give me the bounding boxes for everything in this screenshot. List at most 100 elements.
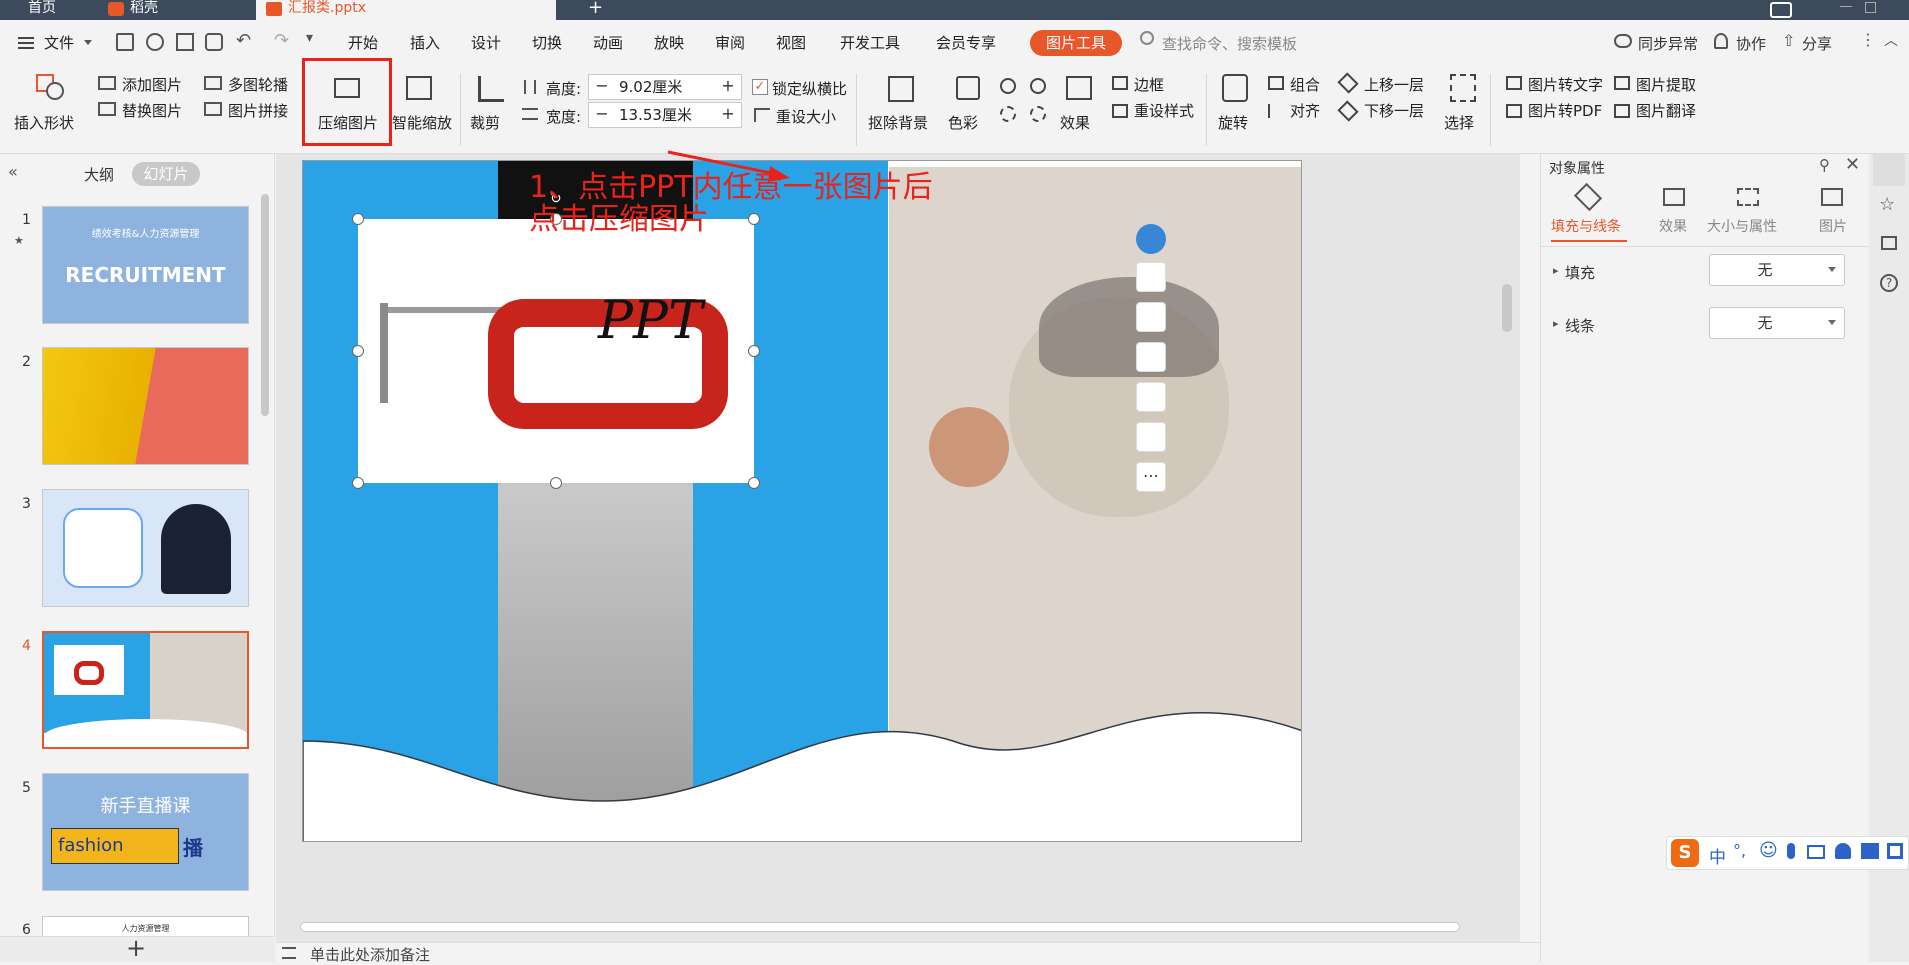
tab-outline[interactable]: 大纲 (84, 164, 114, 185)
slide-thumbnail-3[interactable] (42, 489, 249, 607)
tab-slides[interactable]: 幻灯片 (132, 162, 200, 186)
export-icon[interactable] (146, 33, 164, 51)
resize-handle[interactable] (550, 477, 562, 489)
picture-to-text-float-icon[interactable] (1136, 422, 1166, 452)
emoji-icon[interactable]: ☺ (1759, 840, 1778, 861)
zoom-in-icon[interactable] (1136, 302, 1166, 332)
picture-stitch-button[interactable]: 图片拼接 (228, 100, 288, 121)
slide-thumbnail-4-active[interactable] (42, 631, 249, 749)
magic-icon[interactable]: ☆ (1879, 194, 1895, 215)
sync-status-button[interactable]: 同步异常 (1638, 33, 1698, 54)
slide-thumbnail-5[interactable]: 新手直播课 fashion 播 (42, 773, 249, 891)
layout-icon[interactable] (1881, 236, 1897, 250)
width-decrement-button[interactable]: − (589, 103, 615, 127)
skin-icon[interactable] (1861, 843, 1879, 859)
tab-home[interactable]: 首页 (18, 0, 66, 20)
effects-icon[interactable] (1066, 76, 1092, 100)
save-icon[interactable] (116, 33, 134, 51)
insert-shape-button[interactable]: 插入形状 (14, 112, 74, 133)
pic-translate-button[interactable]: 图片翻译 (1636, 100, 1696, 121)
menu-slideshow[interactable]: 放映 (654, 32, 684, 53)
pic-to-pdf-button[interactable]: 图片转PDF (1528, 100, 1602, 121)
keyboard-icon[interactable] (1807, 845, 1825, 859)
height-value[interactable]: 9.02厘米 (619, 75, 682, 99)
lightbulb-icon[interactable] (1136, 382, 1166, 412)
remove-background-icon[interactable] (888, 76, 914, 102)
properties-icon[interactable] (1873, 154, 1905, 186)
new-tab-icon[interactable]: + (578, 0, 613, 20)
brightness-down-icon[interactable] (1030, 78, 1046, 94)
maximize-icon[interactable] (1865, 2, 1876, 13)
print-icon[interactable] (176, 33, 194, 51)
menu-insert[interactable]: 插入 (410, 32, 440, 53)
rotate-icon[interactable] (1222, 74, 1248, 102)
resize-handle[interactable] (748, 213, 760, 225)
expand-fill-icon[interactable]: ▸ (1553, 264, 1559, 277)
punctuation-icon[interactable]: °, (1733, 841, 1746, 860)
expand-line-icon[interactable]: ▸ (1553, 317, 1559, 330)
ime-language-label[interactable]: 中 (1709, 843, 1726, 868)
grid-icon[interactable] (1887, 843, 1903, 859)
color-button[interactable]: 色彩 (948, 112, 978, 133)
resize-handle[interactable] (352, 477, 364, 489)
resize-handle[interactable] (748, 345, 760, 357)
resize-handle[interactable] (748, 477, 760, 489)
border-button[interactable]: 边框 (1134, 74, 1164, 95)
line-dropdown[interactable]: 无 (1709, 307, 1845, 339)
smart-zoom-button[interactable]: 智能缩放 (392, 112, 452, 133)
collab-button[interactable]: 协作 (1736, 33, 1766, 54)
crop-button[interactable]: 裁剪 (470, 112, 500, 133)
width-stepper[interactable]: − 13.53厘米 + (588, 102, 742, 128)
brightness-up-icon[interactable] (1000, 78, 1016, 94)
effects-button[interactable]: 效果 (1060, 112, 1090, 133)
resize-handle[interactable] (352, 213, 364, 225)
help-icon[interactable]: ? (1880, 274, 1898, 292)
compress-picture-icon[interactable] (334, 78, 360, 98)
fill-dropdown[interactable]: 无 (1709, 254, 1845, 286)
collapse-float-icon[interactable] (1136, 224, 1166, 254)
menu-picture-tools[interactable]: 图片工具 (1030, 30, 1122, 56)
menu-home[interactable]: 开始 (348, 32, 378, 53)
tab-fill-line[interactable]: 填充与线条 (1551, 216, 1621, 236)
tab-picture[interactable]: 图片 (1819, 216, 1847, 236)
group-button[interactable]: 组合 (1290, 74, 1320, 95)
width-value[interactable]: 13.53厘米 (619, 103, 692, 127)
contrast-up-icon[interactable] (1000, 106, 1016, 122)
more-options-icon[interactable]: ⋮ (1860, 30, 1876, 49)
minimize-icon[interactable] (1840, 6, 1852, 7)
remove-background-button[interactable]: 抠除背景 (868, 112, 928, 133)
clamp-picture-selected[interactable]: PPT (358, 219, 754, 483)
collapse-panel-icon[interactable]: « (8, 162, 18, 181)
user-icon[interactable] (1835, 843, 1851, 859)
menu-animation[interactable]: 动画 (593, 32, 623, 53)
more-float-icon[interactable]: ⋯ (1136, 462, 1166, 492)
slide-thumbnail-2[interactable] (42, 347, 249, 465)
reset-size-button[interactable]: 重设大小 (776, 106, 836, 127)
menu-file[interactable]: 文件 (44, 32, 74, 53)
pic-to-text-button[interactable]: 图片转文字 (1528, 74, 1603, 95)
vertical-scrollbar[interactable] (1502, 284, 1512, 332)
pic-extract-button[interactable]: 图片提取 (1636, 74, 1696, 95)
menu-view[interactable]: 视图 (776, 32, 806, 53)
send-backward-button[interactable]: 下移一层 (1364, 100, 1424, 121)
multi-carousel-button[interactable]: 多图轮播 (228, 74, 288, 95)
select-icon[interactable] (1450, 74, 1476, 102)
crop-icon[interactable] (478, 76, 504, 102)
microphone-icon[interactable] (1787, 843, 1795, 859)
menu-developer[interactable]: 开发工具 (840, 32, 900, 53)
align-button[interactable]: 对齐 (1290, 100, 1320, 121)
reset-style-button[interactable]: 重设样式 (1134, 100, 1194, 121)
menu-review[interactable]: 审阅 (715, 32, 745, 53)
quick-access-more-icon[interactable]: ▾ (306, 30, 313, 46)
menu-design[interactable]: 设计 (471, 32, 501, 53)
slides-scrollbar[interactable] (261, 194, 269, 416)
sogou-logo-icon[interactable]: S (1671, 839, 1699, 867)
smart-zoom-icon[interactable] (406, 76, 432, 100)
collapse-ribbon-icon[interactable]: ︿ (1884, 30, 1898, 50)
tab-effects[interactable]: 效果 (1659, 216, 1687, 236)
white-wave-shape[interactable] (303, 641, 1302, 842)
slide-thumbnail-1[interactable]: 绩效考核&人力资源管理 RECRUITMENT (42, 206, 249, 324)
insert-shape-icon[interactable] (36, 74, 64, 100)
contrast-down-icon[interactable] (1030, 106, 1046, 122)
print-preview-icon[interactable] (205, 33, 223, 51)
